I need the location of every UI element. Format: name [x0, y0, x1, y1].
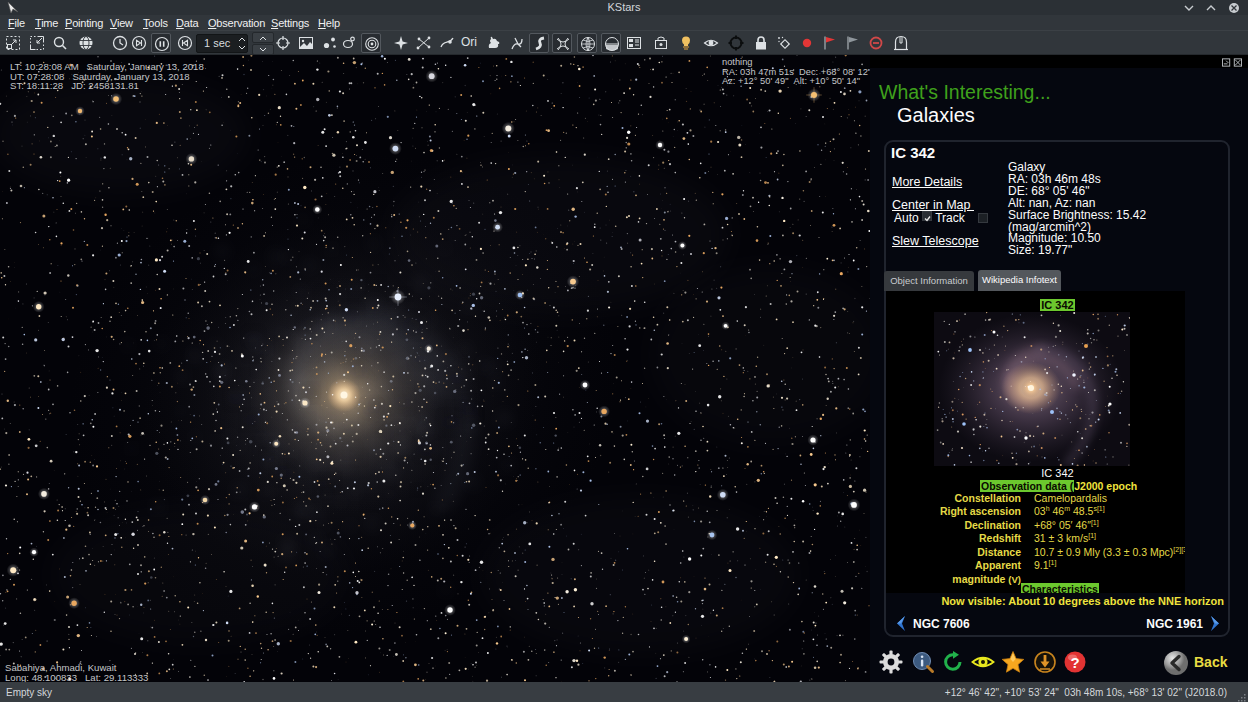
- svg-text:?: ?: [1070, 654, 1079, 671]
